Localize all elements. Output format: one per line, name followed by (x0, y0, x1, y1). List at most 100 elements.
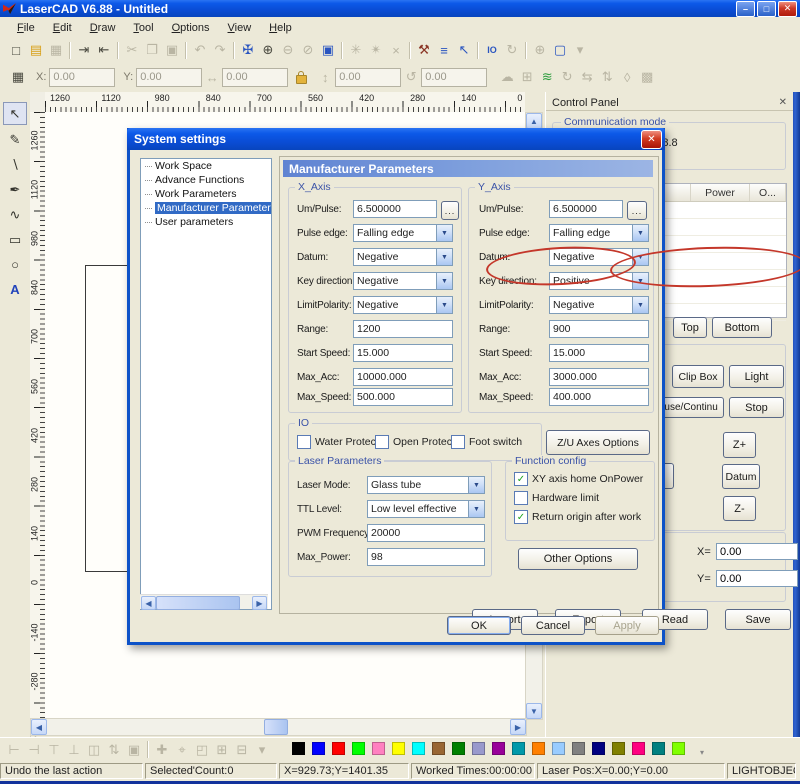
clip-box-button[interactable]: Clip Box (672, 365, 724, 388)
node-tool[interactable]: ✎ (4, 129, 26, 150)
io-test-icon[interactable]: IO (482, 41, 502, 59)
tree-item[interactable]: Work Parameters (141, 187, 271, 201)
chevron-down-icon[interactable]: ▼ (436, 225, 452, 241)
light-button[interactable]: Light (729, 365, 784, 388)
icon[interactable] (69, 42, 71, 59)
width-input[interactable] (222, 68, 288, 87)
open-protect-checkbox[interactable]: Open Protect (375, 435, 455, 449)
x-datum-select[interactable]: Negative▼ (353, 248, 453, 266)
chevron-down-icon[interactable]: ▼ (436, 273, 452, 289)
move-icon[interactable]: ✚ (152, 741, 172, 759)
cut-icon[interactable]: ✂ (122, 41, 142, 59)
max-power-input[interactable]: 98 (367, 548, 485, 566)
other-options-button[interactable]: Other Options (518, 548, 638, 570)
size-icon[interactable]: ⌖ (172, 741, 192, 759)
maximize-button[interactable]: □ (757, 1, 776, 17)
palette-swatch[interactable] (672, 742, 685, 755)
pwm-frequency-input[interactable]: 20000 (367, 524, 485, 542)
palette-swatch[interactable] (352, 742, 365, 755)
select-tool[interactable]: ↖ (3, 102, 27, 125)
height-input[interactable] (335, 68, 401, 87)
menu-item[interactable]: File (8, 20, 44, 36)
menu-item[interactable]: Help (260, 20, 301, 36)
layer-list-icon[interactable]: ≡ (434, 41, 454, 59)
menu-item[interactable]: Draw (81, 20, 125, 36)
scrollbar-thumb[interactable] (264, 719, 288, 735)
menu-item[interactable]: Tool (124, 20, 162, 36)
y-pos-input[interactable] (136, 68, 202, 87)
checkbox-box[interactable] (375, 435, 389, 449)
horizontal-scrollbar[interactable]: ◀ ▶ (30, 718, 527, 736)
z-minus-button[interactable]: Z- (723, 496, 756, 521)
y-max-speed-input[interactable]: 400.000 (549, 388, 649, 406)
z-plus-button[interactable]: Z+ (723, 432, 756, 458)
checkbox-box[interactable] (297, 435, 311, 449)
palette-swatch[interactable] (572, 742, 585, 755)
cancel-button[interactable]: Cancel (521, 616, 585, 635)
node-edit-icon[interactable]: ✳ (346, 41, 366, 59)
chevron-down-icon[interactable]: ▼ (468, 501, 484, 517)
icon[interactable] (117, 42, 119, 59)
minimize-button[interactable]: – (736, 1, 755, 17)
chevron-down-icon[interactable]: ▼ (436, 297, 452, 313)
ungroup-icon[interactable]: ⊟ (232, 741, 252, 759)
x-start-speed-input[interactable]: 15.000 (353, 344, 453, 362)
pan-icon[interactable]: ✠ (238, 41, 258, 59)
scroll-right-icon[interactable]: ▶ (510, 719, 526, 735)
y-limit-polarity-select[interactable]: Negative▼ (549, 296, 649, 314)
same-width-icon[interactable]: ◰ (192, 741, 212, 759)
paste-icon[interactable]: ▣ (162, 41, 182, 59)
palette-swatch[interactable] (492, 742, 505, 755)
checkbox-box[interactable] (514, 491, 528, 505)
icon[interactable] (525, 42, 527, 59)
scroll-left-icon[interactable]: ◀ (31, 719, 47, 735)
export-icon[interactable]: ⇤ (94, 41, 114, 59)
mirror-h-icon[interactable]: ⇆ (577, 68, 597, 86)
group-icon[interactable]: ⊞ (212, 741, 232, 759)
y-coord-input[interactable] (716, 570, 798, 587)
title-bar[interactable]: LaserCAD V6.88 - Untitled – □ ✕ (0, 0, 800, 17)
toolbar-overflow-icon[interactable]: ▾ (570, 41, 590, 59)
ttl-level-select[interactable]: Low level effective▼ (367, 500, 485, 518)
apply-button[interactable]: Apply (595, 616, 659, 635)
chevron-down-icon[interactable]: ▼ (632, 225, 648, 241)
align-left-icon[interactable]: ⊢ (4, 741, 24, 759)
menu-item[interactable]: View (219, 20, 261, 36)
tool-hammer-icon[interactable]: ⚒ (414, 41, 434, 59)
menu-item[interactable]: Edit (44, 20, 81, 36)
ellipse-tool[interactable]: ○ (4, 254, 26, 275)
y-pulse-edge-select[interactable]: Falling edge▼ (549, 224, 649, 242)
zoom-page-icon[interactable]: ▣ (318, 41, 338, 59)
copy-icon[interactable]: ❐ (142, 41, 162, 59)
palette-swatch[interactable] (292, 742, 305, 755)
palette-swatch[interactable] (632, 742, 645, 755)
chevron-down-icon[interactable]: ▼ (632, 273, 648, 289)
open-file-icon[interactable]: ▤ (26, 41, 46, 59)
mirror-v-icon[interactable]: ⇅ (597, 68, 617, 86)
icon[interactable] (477, 42, 479, 59)
x-coord-input[interactable] (716, 543, 798, 560)
palette-overflow-icon[interactable]: ▾ (700, 748, 704, 757)
checkbox-box[interactable] (451, 435, 465, 449)
palette-swatch[interactable] (552, 742, 565, 755)
zu-axes-options-button[interactable]: Z/U Axes Options (546, 430, 650, 455)
pick-icon[interactable]: ↖ (454, 41, 474, 59)
align-right-icon[interactable]: ⊣ (24, 741, 44, 759)
scroll-up-icon[interactable]: ▲ (526, 113, 542, 129)
y-um-browse-button[interactable]: ... (627, 201, 647, 220)
foot-switch-checkbox[interactable]: Foot switch (451, 435, 522, 449)
chevron-down-icon[interactable]: ▼ (436, 249, 452, 265)
scroll-right-icon[interactable]: ▶ (252, 596, 267, 610)
simulate-icon[interactable]: ↻ (502, 41, 522, 59)
palette-swatch[interactable] (412, 742, 425, 755)
chevron-down-icon[interactable]: ▼ (632, 297, 648, 313)
scroll-left-icon[interactable]: ◀ (141, 596, 156, 610)
curve-tool[interactable]: ∿ (4, 204, 26, 225)
tree-scrollbar[interactable]: ◀ ▶ (140, 594, 268, 609)
function-checkbox[interactable]: Return origin after work (514, 510, 641, 524)
array-copy-icon[interactable]: ⊞ (517, 68, 537, 86)
palette-swatch[interactable] (592, 742, 605, 755)
checkbox-box[interactable] (514, 472, 528, 486)
scale-icon[interactable]: ◊ (617, 68, 637, 86)
laser-mode-select[interactable]: Glass tube▼ (367, 476, 485, 494)
